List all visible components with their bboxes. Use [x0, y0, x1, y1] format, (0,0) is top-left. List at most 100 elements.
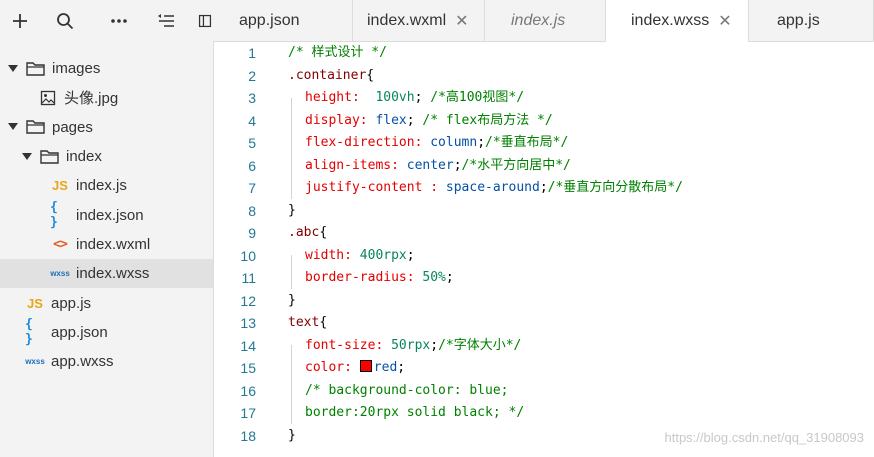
close-icon[interactable]: ✕ — [455, 11, 468, 31]
tree-item-label: app.json — [51, 323, 108, 341]
search-icon[interactable] — [54, 10, 76, 32]
explorer-toolbar — [0, 0, 213, 42]
tree-item[interactable]: <> index.wxml — [0, 230, 213, 259]
tree-item[interactable]: pages — [0, 113, 213, 142]
chevron-down-icon[interactable] — [22, 152, 32, 162]
tree-item-label: app.wxss — [51, 353, 114, 371]
code-token: ; — [406, 112, 423, 128]
code-token: font-size: — [305, 337, 392, 353]
close-icon[interactable]: ✕ — [718, 11, 731, 31]
line-number: 18 — [240, 427, 256, 444]
code-token: /*垂直布局*/ — [485, 135, 569, 150]
tree-item[interactable]: wxss index.wxss — [0, 259, 213, 289]
tab[interactable]: app.json — [213, 0, 353, 41]
code-text: } — [288, 290, 296, 313]
code-line: 17 border:20rpx solid black; */ — [214, 402, 874, 425]
js-file-icon: JS — [50, 176, 70, 196]
tab[interactable]: app.js — [749, 0, 874, 41]
js-file-icon: JS — [25, 293, 45, 313]
code-line: 14 font-size: 50rpx;/*字体大小*/ — [214, 335, 874, 358]
tab[interactable]: index.wxss ✕ — [606, 0, 749, 42]
code-line: 6 align-items: center;/*水平方向居中*/ — [214, 155, 874, 178]
tab-label: index.wxss — [631, 12, 710, 29]
code-token: display: — [305, 112, 376, 128]
wxss-file-icon: wxss — [50, 264, 70, 284]
code-line: 3 height: 100vh; /*高100视图*/ — [214, 87, 874, 110]
tab[interactable]: index.js — [485, 0, 606, 41]
code-line: 4 display: flex; /* flex布局方法 */ — [214, 110, 874, 133]
tree-item-label: index.wxss — [76, 265, 150, 283]
line-number: 5 — [248, 135, 256, 151]
code-token: 400rpx — [359, 247, 407, 263]
code-line: 1 /* 样式设计 */ — [214, 42, 874, 65]
tree-item[interactable]: JS index.js — [0, 171, 213, 200]
line-number: 17 — [240, 405, 256, 421]
chevron-down-icon[interactable] — [8, 64, 18, 74]
code-token: /*水平方向居中*/ — [461, 157, 571, 173]
code-text: justify-content : space-around;/*垂直方向分散布… — [305, 177, 683, 200]
code-token: /*垂直方向分散布局*/ — [547, 180, 683, 195]
tree-item[interactable]: JS app.js — [0, 288, 213, 317]
tree-item[interactable]: { } index.json — [0, 200, 213, 230]
wxss-badge: wxss — [25, 357, 45, 367]
code-token: } — [288, 202, 296, 218]
code-token: 50rpx — [391, 337, 431, 353]
code-token: /*高100视图*/ — [430, 90, 525, 105]
wxml-file-icon: <> — [50, 234, 70, 254]
wxss-badge: wxss — [50, 269, 70, 279]
code-text: display: flex; /* flex布局方法 */ — [305, 110, 553, 133]
code-text: /* background-color: blue; — [305, 380, 509, 403]
code-text: .container{ — [288, 65, 374, 88]
add-icon[interactable] — [9, 10, 31, 32]
js-badge: JS — [52, 178, 68, 194]
tree-item-label: index.json — [76, 206, 144, 224]
outline-icon[interactable] — [155, 10, 177, 32]
code-token: width: — [305, 247, 360, 263]
tab[interactable]: index.wxml ✕ — [353, 0, 485, 41]
split-icon[interactable] — [198, 10, 212, 32]
code-token: red — [373, 360, 398, 375]
code-text: /* 样式设计 */ — [288, 42, 387, 65]
tree-item-label: app.js — [51, 294, 92, 312]
js-badge: JS — [27, 295, 43, 311]
code-token: color: — [305, 360, 360, 375]
code-text: } — [288, 425, 296, 448]
line-number: 15 — [240, 360, 256, 376]
line-number: 14 — [240, 337, 256, 354]
code-token: align-items: — [305, 157, 407, 173]
tree-item[interactable]: { } app.json — [0, 317, 213, 347]
code-line: 2 .container{ — [214, 65, 874, 88]
line-number: 4 — [248, 112, 256, 129]
editor-tabs: app.json index.wxml ✕ index.js index.wxss ✕ ap… — [213, 0, 874, 42]
file-tree: images 头像.jpg pages index JS index.js { } index… — [0, 54, 213, 376]
code-text: font-size: 50rpx;/*字体大小*/ — [305, 335, 521, 358]
chevron-down-icon[interactable] — [8, 122, 18, 132]
json-badge: { } — [50, 200, 58, 231]
code-token: { — [319, 225, 328, 240]
code-token: ; — [414, 90, 431, 105]
tree-item[interactable]: index — [0, 142, 213, 171]
tree-item[interactable]: images — [0, 54, 213, 83]
folder-icon — [26, 59, 46, 79]
code-token: .abc — [288, 225, 320, 240]
code-token: border-radius: — [305, 270, 423, 285]
code-line: 7 justify-content : space-around;/*垂直方向分散… — [214, 177, 874, 200]
code-token: /*字体大小*/ — [438, 337, 522, 353]
more-icon[interactable] — [108, 10, 130, 32]
code-token: { — [319, 315, 328, 330]
color-swatch[interactable] — [359, 360, 372, 372]
tree-item[interactable]: 头像.jpg — [0, 83, 213, 112]
line-number: 12 — [240, 292, 256, 309]
code-token: center — [406, 157, 454, 173]
tree-item[interactable]: wxss app.wxss — [0, 347, 213, 376]
code-token: { — [366, 67, 375, 83]
code-editor[interactable]: 1 /* 样式设计 */2 .container{3 height: 100vh; /… — [214, 42, 874, 457]
code-token: } — [288, 427, 296, 443]
code-token: 100vh — [375, 90, 415, 105]
line-number: 9 — [248, 225, 256, 241]
code-token: /* background-color: blue; — [305, 382, 509, 398]
line-number: 1 — [248, 45, 256, 61]
code-line: 8} — [214, 200, 874, 223]
json-file-icon: { } — [50, 200, 70, 230]
code-line: 10 width: 400rpx; — [214, 245, 874, 268]
